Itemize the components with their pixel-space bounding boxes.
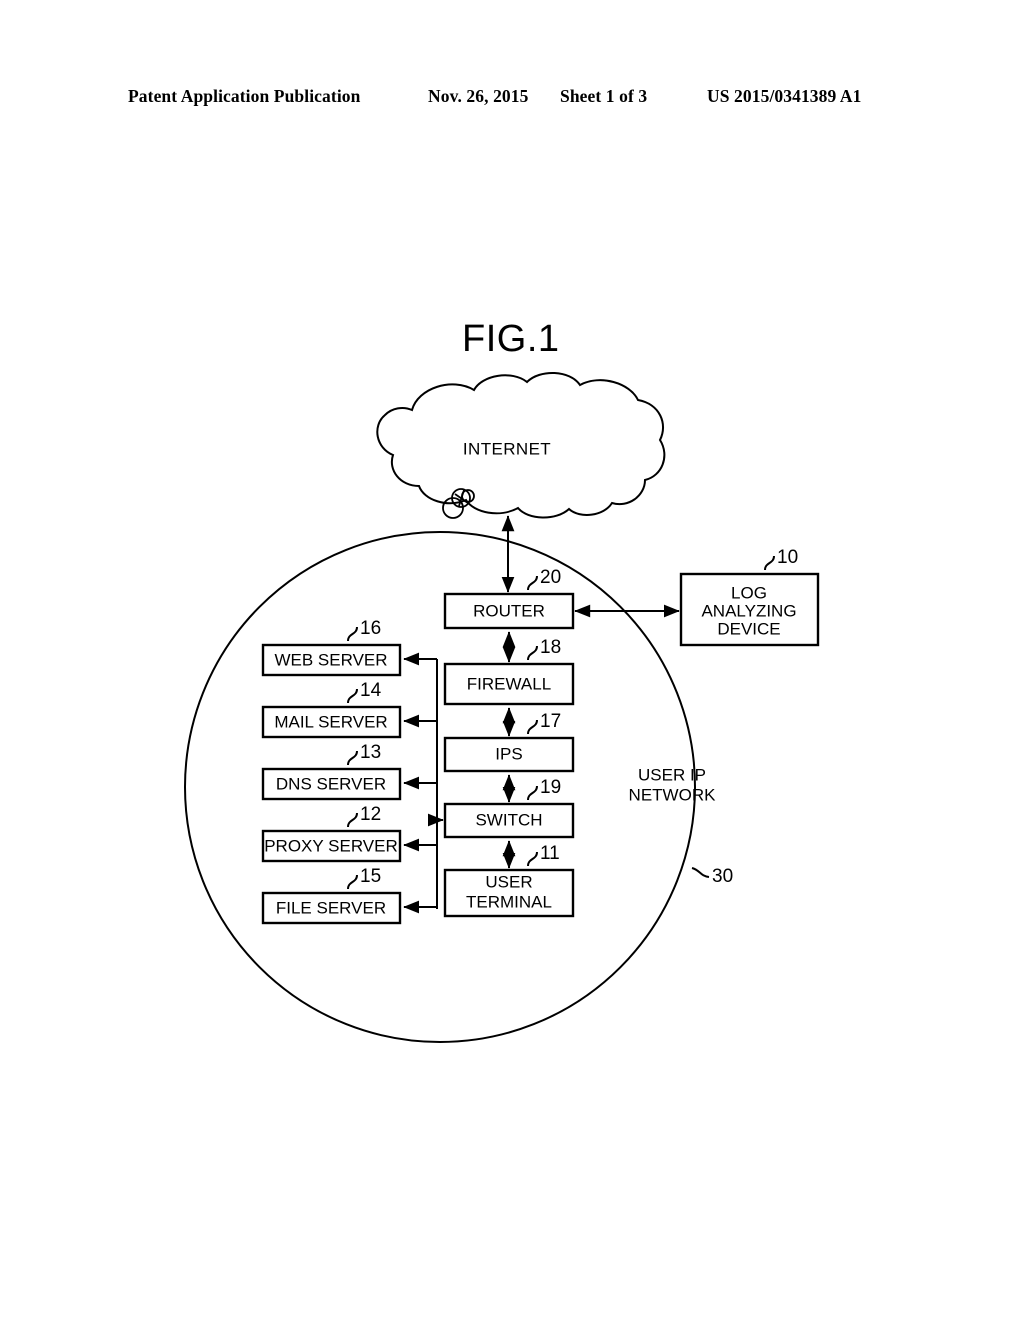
- block-router-label: ROUTER: [473, 601, 545, 620]
- network-label-line1: USER IP: [638, 765, 706, 784]
- ref-number-17: 17: [540, 711, 561, 732]
- server-bus: [403, 652, 444, 914]
- block-firewall: FIREWALL: [443, 662, 575, 706]
- ref-number-13: 13: [360, 742, 381, 763]
- block-log-analyzing-device-label-line2: ANALYZING: [701, 601, 796, 620]
- block-file-server: FILE SERVER: [261, 891, 402, 925]
- ref-leader-10: [764, 555, 775, 571]
- ref-number-12: 12: [360, 804, 381, 825]
- block-log-analyzing-device-label-line3: DEVICE: [717, 619, 780, 638]
- cloud-label: INTERNET: [463, 439, 551, 458]
- block-router: ROUTER: [443, 592, 575, 630]
- block-log-analyzing-device-label-line1: LOG: [731, 583, 767, 602]
- ref-number-30: 30: [712, 866, 733, 887]
- network-label-line2: NETWORK: [629, 785, 717, 804]
- patent-figure-page: Patent Application Publication Nov. 26, …: [0, 0, 1024, 1320]
- block-web-server-label: WEB SERVER: [274, 650, 387, 669]
- block-firewall-label: FIREWALL: [467, 674, 551, 693]
- ref-number-10: 10: [777, 547, 798, 568]
- block-mail-server-label: MAIL SERVER: [274, 712, 387, 731]
- ref-number-15: 15: [360, 866, 381, 887]
- block-proxy-server: PROXY SERVER: [261, 829, 402, 863]
- ref-number-18: 18: [540, 637, 561, 658]
- ref-leader-17: [527, 719, 538, 735]
- ref-leader-14: [347, 688, 358, 704]
- ref-number-11: 11: [540, 843, 560, 864]
- block-log-analyzing-device: LOG ANALYZING DEVICE: [679, 572, 820, 647]
- user-ip-network-boundary: [184, 531, 696, 1043]
- ref-leader-30: [691, 867, 710, 878]
- block-switch-label: SWITCH: [475, 810, 542, 829]
- ref-leader-20: [527, 575, 538, 591]
- block-ips: IPS: [443, 736, 575, 773]
- ref-leader-16: [347, 626, 358, 642]
- ref-number-16: 16: [360, 618, 381, 639]
- block-file-server-label: FILE SERVER: [276, 898, 386, 917]
- block-dns-server: DNS SERVER: [261, 767, 402, 801]
- block-web-server: WEB SERVER: [261, 643, 402, 677]
- ref-leader-11: [527, 851, 538, 867]
- block-dns-server-label: DNS SERVER: [276, 774, 386, 793]
- block-user-terminal-label-line2: TERMINAL: [466, 892, 552, 911]
- block-user-terminal-label-line1: USER: [485, 872, 532, 891]
- block-proxy-server-label: PROXY SERVER: [264, 836, 398, 855]
- block-mail-server: MAIL SERVER: [261, 705, 402, 739]
- ref-leader-13: [347, 750, 358, 766]
- ref-leader-19: [527, 785, 538, 801]
- block-switch: SWITCH: [443, 802, 575, 839]
- ref-leader-18: [527, 645, 538, 661]
- ref-number-19: 19: [540, 777, 561, 798]
- ref-leader-15: [347, 874, 358, 890]
- ref-number-20: 20: [540, 567, 561, 588]
- block-user-terminal: USER TERMINAL: [443, 868, 575, 918]
- block-ips-label: IPS: [495, 744, 522, 763]
- ref-leader-12: [347, 812, 358, 828]
- ref-number-14: 14: [360, 680, 382, 701]
- figure-drawing: INTERNET ROUTER 20 FIREWALL 18 IPS 17 SW…: [184, 371, 820, 1043]
